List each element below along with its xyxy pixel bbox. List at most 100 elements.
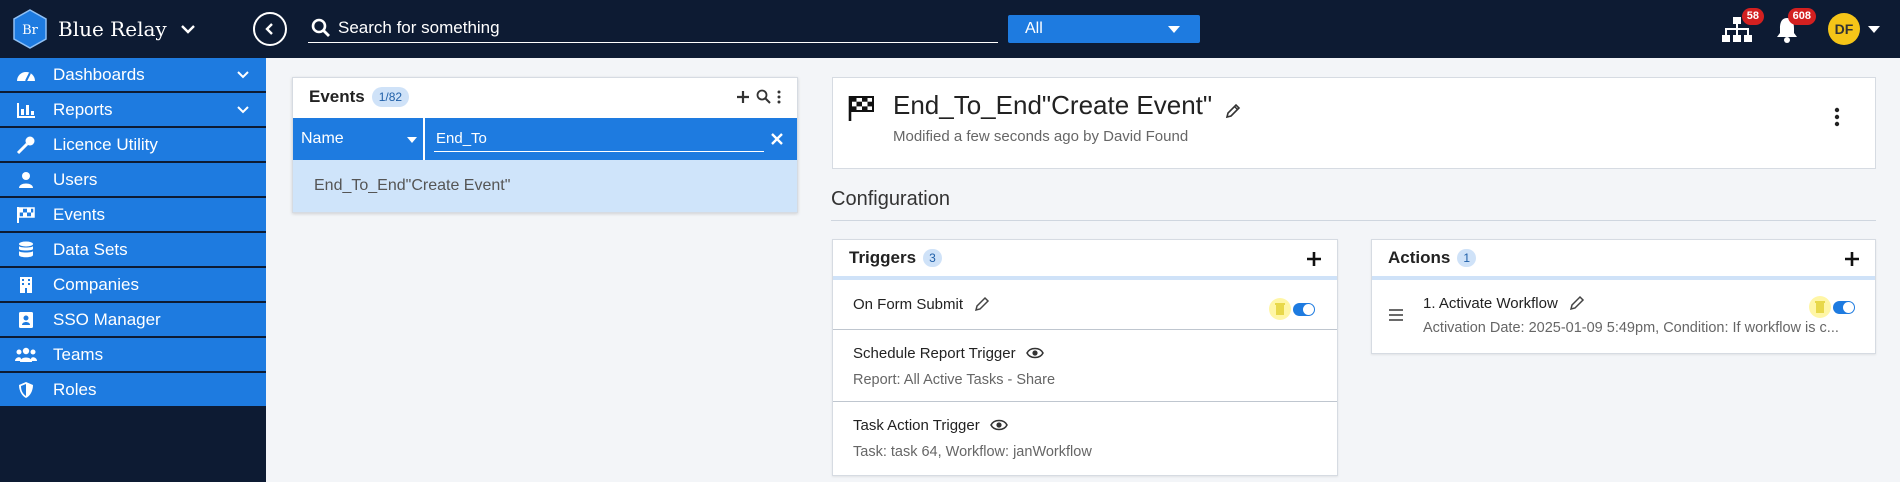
event-list-item[interactable]: End_To_End"Create Event" xyxy=(293,160,797,212)
pencil-icon[interactable] xyxy=(1224,102,1242,120)
action-subtitle: Activation Date: 2025-01-09 5:49pm, Cond… xyxy=(1423,320,1839,336)
caret-down-icon xyxy=(407,137,417,143)
hierarchy-button[interactable]: 58 xyxy=(1720,8,1764,46)
notifications-button[interactable]: 608 xyxy=(1772,8,1816,46)
sidebar-item-label: SSO Manager xyxy=(53,309,161,329)
sidebar-item-data-sets[interactable]: Data Sets xyxy=(0,233,266,267)
delete-icon[interactable] xyxy=(1809,296,1831,318)
trigger-title: On Form Submit xyxy=(853,295,964,313)
bar-chart-icon xyxy=(15,99,37,121)
brand-name: Blue Relay xyxy=(58,17,167,41)
add-trigger-button[interactable] xyxy=(1305,250,1323,268)
id-badge-icon xyxy=(15,309,37,331)
triggers-header: Triggers 3 xyxy=(833,240,1337,280)
shield-icon xyxy=(15,379,37,401)
event-title: End_To_End"Create Event" xyxy=(893,90,1213,120)
sidebar-item-teams[interactable]: Teams xyxy=(0,338,266,372)
gauge-icon xyxy=(15,64,37,86)
trigger-row[interactable]: Task Action Trigger Task: task 64, Workf… xyxy=(833,402,1337,472)
sidebar-item-events[interactable]: Events xyxy=(0,198,266,232)
eye-icon[interactable] xyxy=(1025,344,1044,362)
delete-icon[interactable] xyxy=(1269,298,1291,320)
avatar[interactable]: DF xyxy=(1828,13,1860,45)
action-title: 1. Activate Workflow xyxy=(1423,294,1558,312)
chevron-down-icon xyxy=(237,71,249,79)
caret-down-icon xyxy=(1168,26,1180,33)
sidebar-item-label: Teams xyxy=(53,344,104,364)
modified-info: Modified a few seconds ago by David Foun… xyxy=(893,128,1189,145)
actions-header: Actions 1 xyxy=(1372,240,1875,280)
search-input[interactable] xyxy=(338,18,978,38)
brand-menu[interactable]: Br Blue Relay xyxy=(12,9,197,49)
trigger-subtitle: Task: task 64, Workflow: janWorkflow xyxy=(853,444,1092,460)
back-button[interactable] xyxy=(253,12,287,46)
add-event-button[interactable] xyxy=(736,90,750,104)
sidebar-item-reports[interactable]: Reports xyxy=(0,93,266,127)
filter-text-input[interactable]: End_To xyxy=(434,126,764,152)
flag-icon xyxy=(15,204,37,226)
search-icon xyxy=(311,18,330,37)
sidebar-item-dashboards[interactable]: Dashboards xyxy=(0,58,266,92)
filter-field-select[interactable]: Name xyxy=(293,118,425,160)
trigger-title: Task Action Trigger xyxy=(853,416,980,434)
pencil-icon[interactable] xyxy=(1568,294,1586,312)
drag-handle-icon[interactable] xyxy=(1388,308,1404,322)
plus-icon xyxy=(737,90,749,103)
configuration-title: Configuration xyxy=(831,188,950,210)
trigger-enabled-toggle[interactable] xyxy=(1293,302,1315,316)
hierarchy-badge: 58 xyxy=(1741,8,1764,25)
trigger-subtitle: Report: All Active Tasks - Share xyxy=(853,372,1056,388)
chevron-down-icon xyxy=(237,106,249,114)
triggers-card: Triggers 3 On Form Submit Schedule Repor… xyxy=(832,239,1338,476)
search-bar xyxy=(308,14,998,43)
events-panel-title: Events xyxy=(309,87,365,106)
sidebar-item-label: Licence Utility xyxy=(53,134,158,154)
search-events-button[interactable] xyxy=(756,89,771,104)
search-scope-select[interactable]: All xyxy=(1008,15,1200,43)
sidebar-item-companies[interactable]: Companies xyxy=(0,268,266,302)
checkered-flag-icon xyxy=(848,96,874,121)
caret-down-icon[interactable] xyxy=(1868,26,1880,33)
sidebar-item-users[interactable]: Users xyxy=(0,163,266,197)
trigger-row[interactable]: Schedule Report Trigger Report: All Acti… xyxy=(833,330,1337,402)
top-bar: Br Blue Relay All 58 608 DF xyxy=(0,0,1900,58)
eye-icon[interactable] xyxy=(989,416,1008,434)
actions-title: Actions xyxy=(1388,248,1451,267)
trigger-title: Schedule Report Trigger xyxy=(853,344,1016,362)
sidebar: Dashboards Reports Licence Utility Users… xyxy=(0,58,266,482)
filter-field-value: Name xyxy=(301,130,344,147)
sidebar-item-sso-manager[interactable]: SSO Manager xyxy=(0,303,266,337)
add-action-button[interactable] xyxy=(1843,250,1861,268)
search-icon xyxy=(756,89,771,104)
close-icon[interactable] xyxy=(767,129,787,149)
triggers-count-badge: 3 xyxy=(923,249,942,267)
sidebar-item-label: Users xyxy=(53,169,98,189)
users-icon xyxy=(15,344,37,366)
sidebar-item-label: Events xyxy=(53,204,105,224)
triggers-title: Triggers xyxy=(849,248,917,267)
events-count-badge: 1/82 xyxy=(371,87,410,107)
divider xyxy=(831,220,1876,221)
actions-count-badge: 1 xyxy=(1457,249,1477,267)
events-more-button[interactable] xyxy=(777,90,781,104)
sidebar-item-label: Companies xyxy=(53,274,139,294)
events-panel: Events 1/82 Name End_To End_To_End"Creat… xyxy=(292,77,798,213)
events-panel-header: Events 1/82 xyxy=(293,78,797,116)
events-filter-row: Name End_To xyxy=(293,118,797,160)
kebab-menu-icon[interactable] xyxy=(1833,106,1841,128)
search-scope-value: All xyxy=(1025,20,1043,37)
sidebar-item-label: Roles xyxy=(53,379,97,399)
svg-text:Br: Br xyxy=(22,23,39,38)
sidebar-item-roles[interactable]: Roles xyxy=(0,373,266,407)
database-icon xyxy=(15,239,37,261)
brand-logo-icon: Br xyxy=(13,9,47,49)
action-row[interactable]: 1. Activate Workflow Activation Date: 20… xyxy=(1372,280,1875,350)
sidebar-item-licence-utility[interactable]: Licence Utility xyxy=(0,128,266,162)
pencil-icon[interactable] xyxy=(973,295,991,313)
building-icon xyxy=(15,274,37,296)
sidebar-item-label: Data Sets xyxy=(53,239,128,259)
kebab-menu-icon xyxy=(777,90,781,103)
chevron-down-icon xyxy=(180,25,195,34)
trigger-row[interactable]: On Form Submit xyxy=(833,280,1337,330)
action-enabled-toggle[interactable] xyxy=(1833,300,1855,314)
